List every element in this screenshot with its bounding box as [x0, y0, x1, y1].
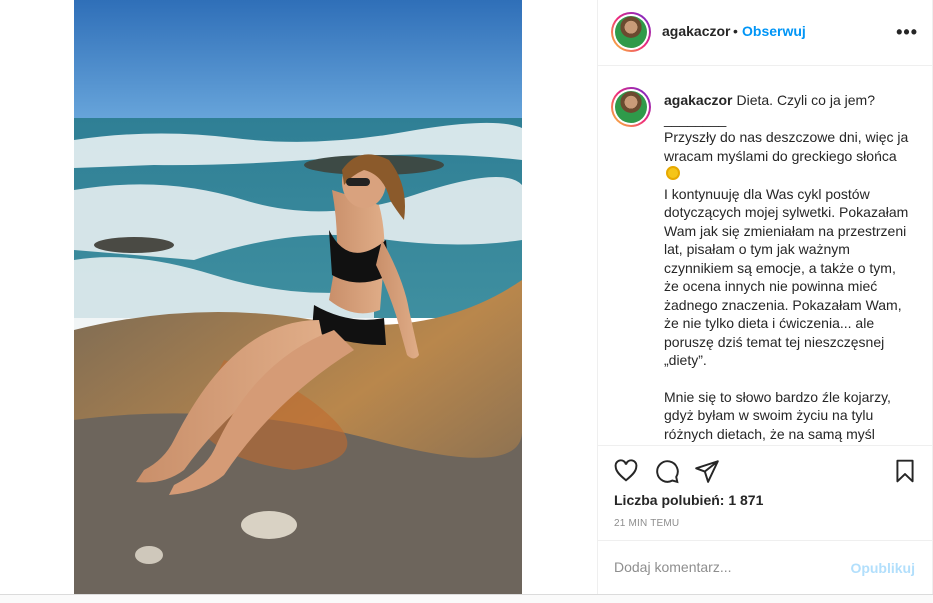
sun-emoji-icon — [666, 166, 680, 180]
caption-avatar[interactable] — [611, 87, 651, 127]
comment-icon[interactable] — [654, 458, 680, 484]
post-header: agakaczor • Obserwuj ••• — [598, 0, 932, 66]
comment-box: Opublikuj — [598, 540, 932, 594]
comment-input[interactable] — [614, 559, 834, 575]
caption-line-4: I kontynuuję dla Was cykl postów dotyczą… — [664, 185, 909, 369]
post-timestamp[interactable]: 21 MIN TEMU — [614, 518, 679, 529]
send-icon[interactable] — [694, 458, 720, 484]
caption-line-3: Przyszły do nas deszczowe dni, więc ja w… — [664, 128, 914, 185]
post-panel: agakaczor • Obserwuj ••• agakaczor Dieta.… — [597, 0, 933, 594]
avatar[interactable] — [611, 12, 651, 52]
caption-intro: Przyszły do nas deszczowe dni, więc ja w… — [664, 129, 909, 164]
caption-line-6: Mnie się to słowo bardzo źle kojarzy, gd… — [664, 388, 891, 442]
follow-button[interactable]: Obserwuj — [742, 23, 806, 39]
avatar-image — [615, 91, 647, 123]
more-options-icon[interactable]: ••• — [896, 22, 918, 43]
caption-line-5 — [664, 370, 914, 388]
caption-line-2: ________ — [664, 110, 727, 127]
caption-title: Dieta. Czyli co ja jem? — [736, 92, 875, 108]
heart-icon[interactable] — [613, 458, 639, 484]
post-photo[interactable] — [74, 0, 522, 594]
action-bar: Liczba polubień: 1 871 21 MIN TEMU — [598, 445, 932, 540]
likes-label: Liczba polubień: — [614, 492, 725, 508]
publish-button[interactable]: Opublikuj — [850, 560, 915, 576]
separator-dot: • — [733, 23, 738, 39]
caption-username[interactable]: agakaczor — [664, 92, 732, 108]
bottom-scroll-edge — [0, 594, 933, 603]
bookmark-icon[interactable] — [892, 458, 918, 484]
likes-count[interactable]: Liczba polubień: 1 871 — [614, 492, 763, 508]
likes-number: 1 871 — [728, 492, 764, 508]
caption-line-1: agakaczor Dieta. Czyli co ja jem? — [664, 91, 914, 110]
caption-text: agakaczor Dieta. Czyli co ja jem? _______… — [664, 91, 914, 443]
caption-area[interactable]: agakaczor Dieta. Czyli co ja jem? _______… — [598, 67, 932, 444]
avatar-image — [615, 16, 647, 48]
header-username[interactable]: agakaczor — [662, 23, 730, 39]
